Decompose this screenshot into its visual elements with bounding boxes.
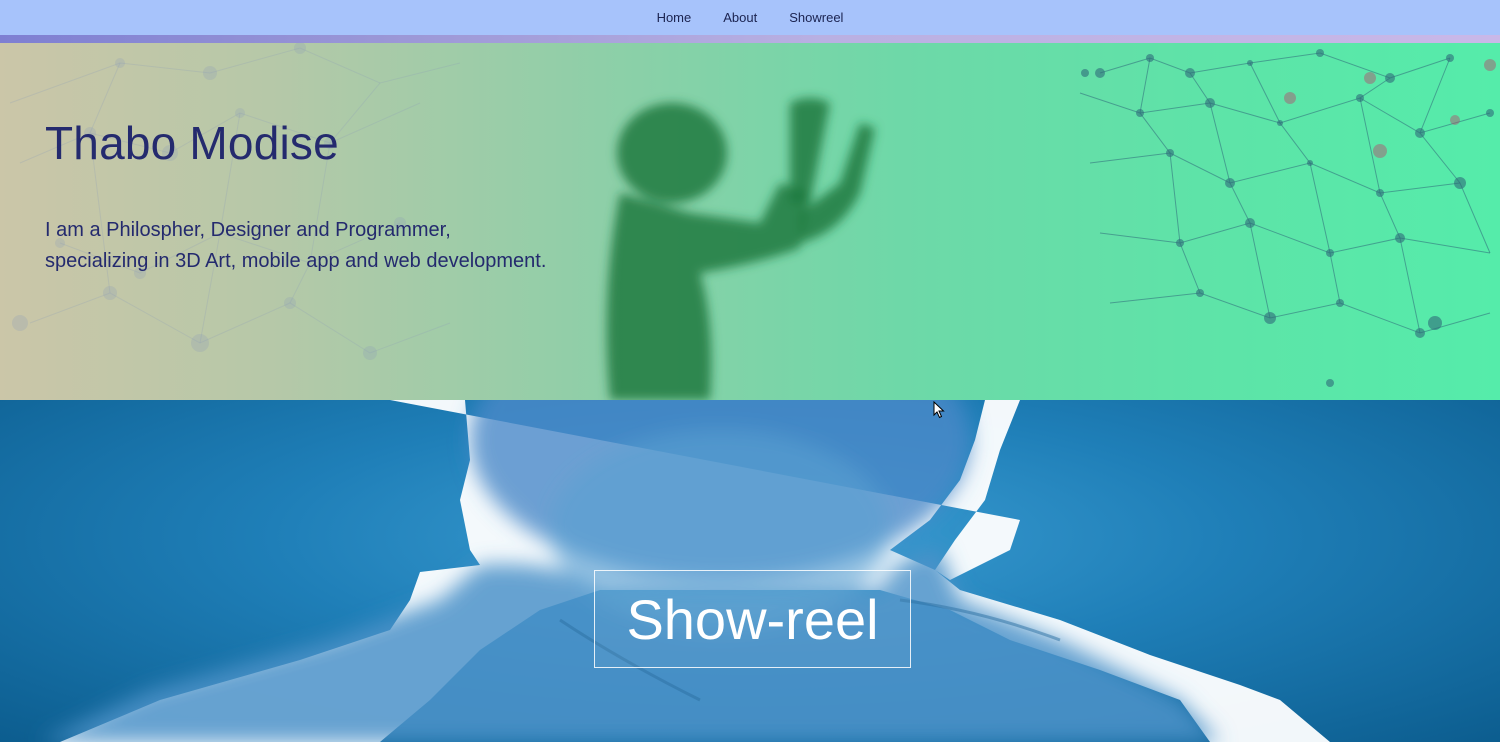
hero-title: Thabo Modise bbox=[45, 117, 339, 169]
hero-description-line1: I am a Philospher, Designer and Programm… bbox=[45, 219, 451, 241]
nav-showreel-link[interactable]: Showreel bbox=[789, 10, 843, 25]
hero-description: I am a Philospher, Designer and Programm… bbox=[45, 215, 546, 277]
nav-about-link[interactable]: About bbox=[723, 10, 757, 25]
showreel-button[interactable]: Show-reel bbox=[594, 570, 911, 668]
nav-divider-strip bbox=[0, 35, 1500, 43]
hero-section: Thabo Modise I am a Philospher, Designer… bbox=[0, 43, 1500, 400]
mouse-cursor-icon bbox=[933, 401, 945, 419]
hero-description-line2: specializing in 3D Art, mobile app and w… bbox=[45, 250, 547, 272]
top-navigation: Home About Showreel bbox=[0, 0, 1500, 35]
showreel-button-label: Show-reel bbox=[626, 587, 879, 651]
nav-home-link[interactable]: Home bbox=[657, 10, 692, 25]
showreel-section: Show-reel bbox=[0, 400, 1500, 742]
